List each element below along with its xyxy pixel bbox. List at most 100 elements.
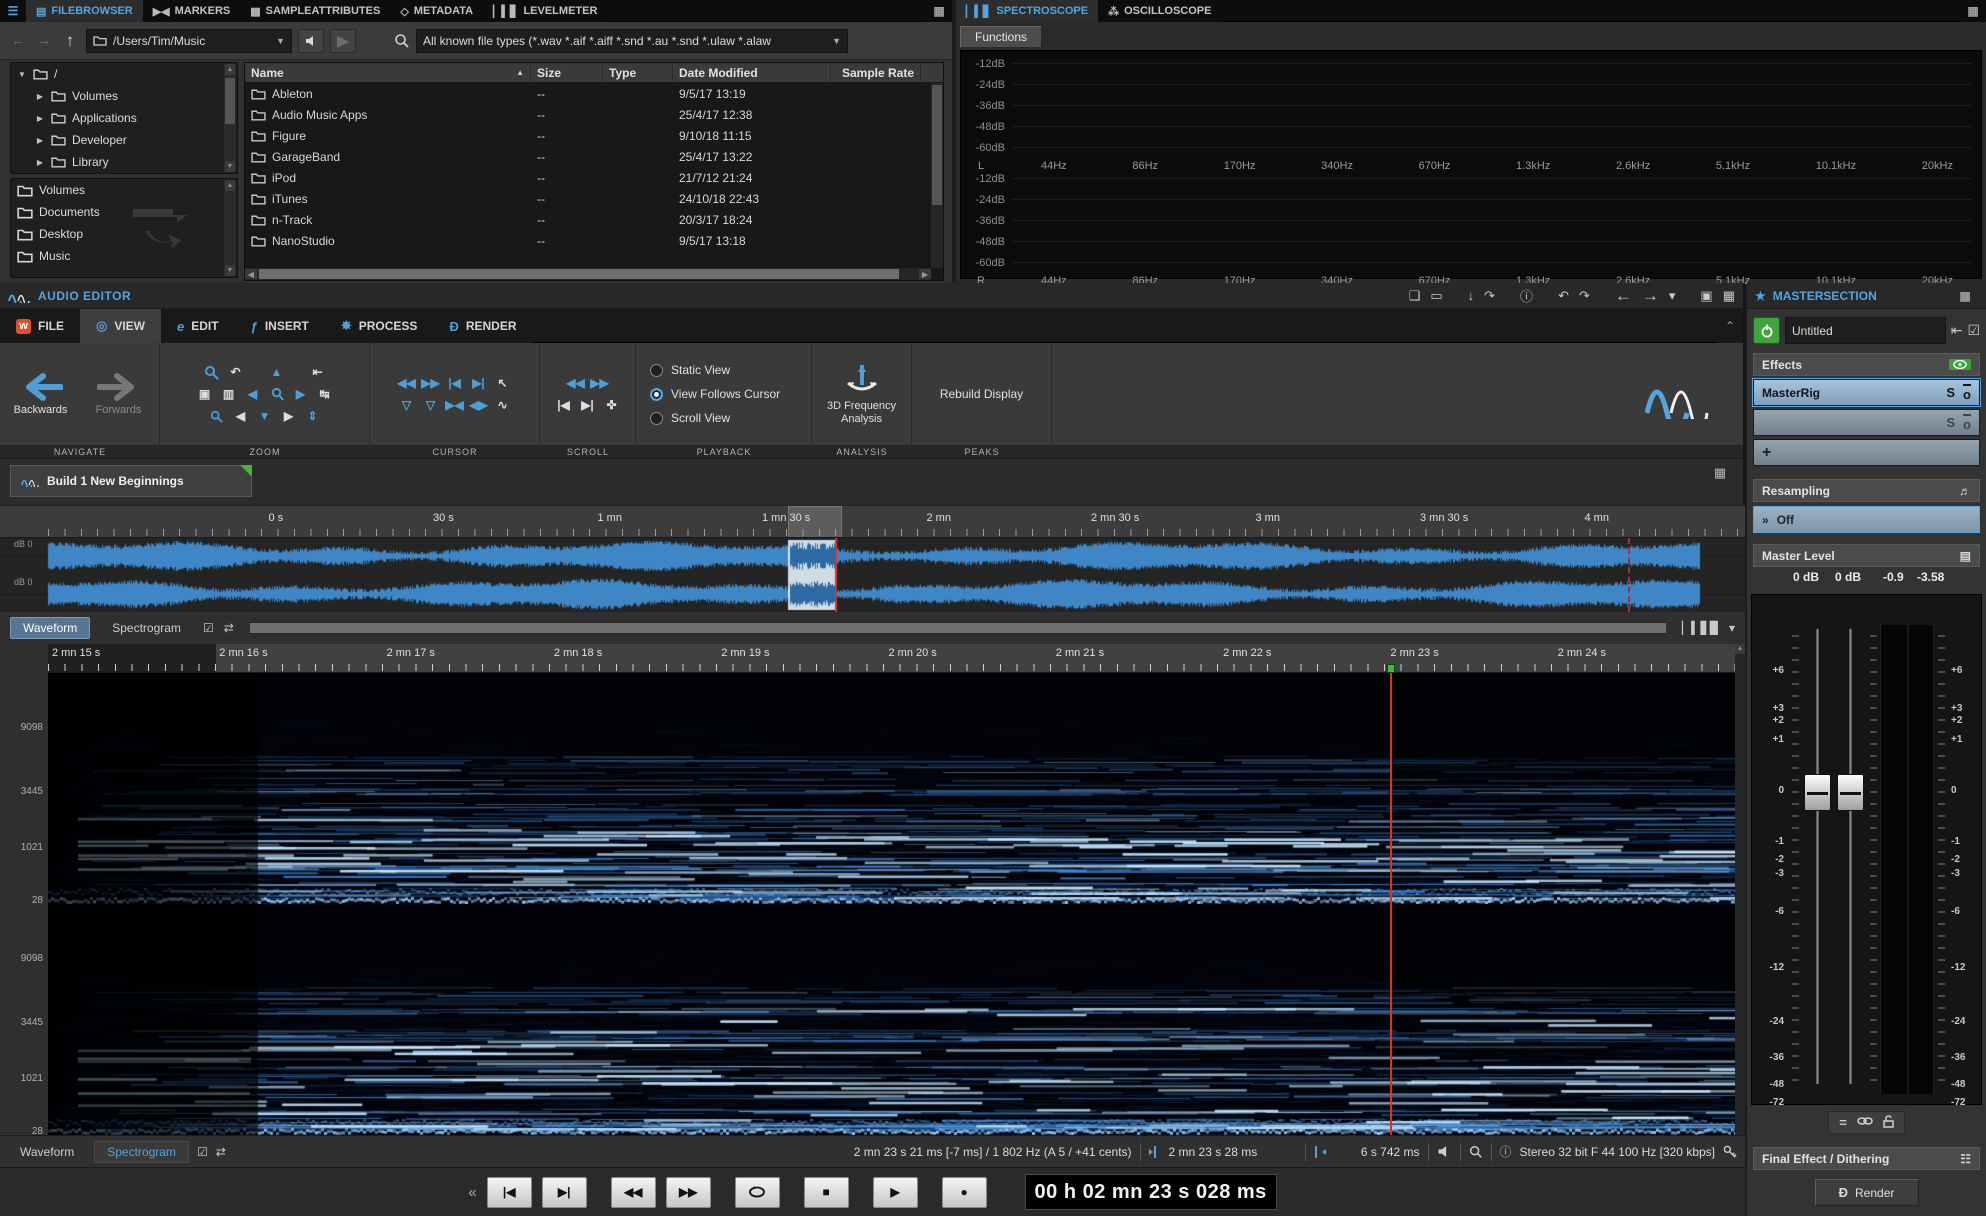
tab-markers[interactable]: ▶◀MARKERS [143, 0, 241, 22]
backwards-button[interactable]: Backwards [9, 372, 73, 416]
tab-list-icon[interactable]: ▦ [1707, 465, 1733, 481]
file-row[interactable]: iPod -- 21/7/12 21:24 [245, 167, 943, 188]
ribbon-tab-render[interactable]: ÐRENDER [433, 309, 532, 343]
tree-scrollbar[interactable]: ▲▼ [224, 64, 236, 172]
zoom-out-small-icon[interactable] [207, 407, 227, 425]
playback-cursor-head[interactable] [1387, 664, 1395, 673]
shortcut-scrollbar[interactable]: ▲▼ [224, 180, 236, 276]
play-button[interactable]: ▶ [873, 1177, 918, 1208]
cursor-next-icon[interactable]: ▶| [469, 374, 489, 392]
column-date-modified[interactable]: Date Modified [673, 63, 831, 82]
preset-name-field[interactable]: Untitled [1785, 317, 1946, 344]
save-icon[interactable]: ↓ [1468, 288, 1475, 303]
file-row[interactable]: Ableton -- 9/5/17 13:19 [245, 83, 943, 104]
zoom-undo-icon[interactable]: ↶ [226, 363, 246, 381]
view-options-check-icon[interactable]: ☑ [197, 1145, 208, 1159]
cursor-to-start-icon[interactable]: ◀◀ [397, 374, 417, 392]
scroll-to-start-icon[interactable]: ◀◀ [566, 374, 586, 392]
open-folder-icon[interactable]: ▭ [1430, 288, 1442, 304]
scroll-right-icon[interactable]: ▶ [279, 407, 299, 425]
transport-collapse-icon[interactable]: « [468, 1184, 476, 1201]
overview-hscrollbar[interactable] [250, 622, 1666, 634]
overview-waveform[interactable]: dB 0 dB 0 [0, 538, 1745, 612]
spectrogram-channel-right[interactable] [48, 904, 1735, 1135]
chain-icon[interactable] [1857, 1115, 1873, 1127]
cursor-pointer-icon[interactable]: ↖ [493, 374, 513, 392]
panel-options-icon[interactable]: ▦ [1952, 289, 1978, 303]
column-size[interactable]: Size [531, 63, 603, 82]
nav-back-icon[interactable]: ← [1615, 286, 1632, 306]
zoom-vertical-fit-icon[interactable]: ⇕ [303, 407, 323, 425]
fader-knob-left[interactable] [1804, 774, 1831, 811]
expand-arrow-icon[interactable]: ▶ [35, 158, 45, 167]
main-tab-spectrogram[interactable]: Spectrogram [94, 1141, 189, 1163]
tab-sampleattributes[interactable]: ▩SAMPLEATTRIBUTES [240, 0, 390, 22]
stop-button[interactable]: ■ [804, 1177, 849, 1208]
record-button[interactable]: ● [942, 1177, 987, 1208]
up-folder-icon[interactable]: ↑ [60, 31, 80, 51]
layout-icon[interactable]: ▦ [1723, 288, 1735, 304]
expand-arrow-icon[interactable]: ▶ [35, 114, 45, 123]
scroll-next-icon[interactable]: ▶| [578, 396, 598, 414]
main-tab-waveform[interactable]: Waveform [8, 1142, 86, 1162]
maximize-icon[interactable]: ▣ [1700, 288, 1712, 304]
ribbon-tab-file[interactable]: wFILE [0, 309, 80, 343]
resampling-off-button[interactable]: » Off [1753, 506, 1980, 533]
expand-arrow-icon[interactable]: ▶ [35, 136, 45, 145]
folder-tree[interactable]: ▼ / ▶ Volumes ▶ [10, 62, 238, 174]
solo-icon[interactable]: S [1946, 385, 1955, 400]
document-tab[interactable]: Build 1 New Beginnings [10, 465, 252, 497]
tree-item[interactable]: ▶ Library [11, 151, 237, 173]
zoom-in-h-icon[interactable]: ▶ [291, 385, 311, 403]
tree-item[interactable]: ▶ Developer [11, 129, 237, 151]
tree-root-row[interactable]: ▼ / [11, 63, 237, 85]
back-icon[interactable]: ← [8, 32, 28, 49]
status-selection-length[interactable]: 6 s 742 ms [1334, 1145, 1420, 1159]
bypass-icon[interactable]: o [1963, 384, 1971, 402]
zoom-fit-icon[interactable]: ▣ [195, 385, 215, 403]
scroll-left-icon[interactable]: ◀ [231, 407, 251, 425]
tab-metadata[interactable]: ◇METADATA [390, 0, 483, 22]
redo-icon[interactable]: ↷ [1579, 288, 1590, 304]
rewind-button[interactable]: ◀◀ [611, 1177, 656, 1208]
expand-arrow-icon[interactable]: ▶ [35, 92, 45, 101]
undo-icon[interactable]: ↶ [1558, 288, 1569, 304]
zoom-selection-icon[interactable] [202, 363, 222, 381]
save-as-icon[interactable]: ↷ [1484, 288, 1495, 304]
main-vscrollbar[interactable]: ▲ [1735, 644, 1745, 1135]
ribbon-tab-edit[interactable]: eEDIT [161, 309, 235, 343]
swap-views-icon[interactable]: ⇄ [216, 1145, 226, 1159]
link-mode-icon[interactable]: = [1839, 1115, 1847, 1130]
main-ruler[interactable]: 2 mn 15 s2 mn 16 s2 mn 17 s2 mn 18 s2 mn… [48, 644, 1735, 673]
resampling-header[interactable]: Resampling ♬ [1753, 479, 1980, 502]
unlock-icon[interactable] [1883, 1115, 1894, 1128]
preset-check-icon[interactable]: ☑ [1967, 322, 1980, 339]
tree-item[interactable]: ▶ Volumes [11, 85, 237, 107]
play-file-button[interactable]: ▶ [330, 29, 356, 53]
effect-slot-masterrig[interactable]: MasterRig So [1753, 379, 1980, 406]
dropdown-icon[interactable]: ▾ [1669, 288, 1676, 304]
forward-icon[interactable]: → [34, 32, 54, 49]
zoom-bar-icon[interactable]: ▏▍▋▉ [1682, 621, 1719, 635]
column-sample-rate[interactable]: Sample Rate [831, 63, 921, 82]
ribbon-collapse-icon[interactable]: ⌃ [1717, 309, 1743, 343]
audition-speaker-button[interactable] [298, 29, 324, 53]
radio-static-view[interactable]: Static View [650, 360, 730, 380]
scroll-prev-icon[interactable]: |◀ [554, 396, 574, 414]
file-row[interactable]: n-Track -- 20/3/17 18:24 [245, 209, 943, 230]
cursor-to-end-icon[interactable]: ▶▶ [421, 374, 441, 392]
ribbon-tab-process[interactable]: ✸PROCESS [325, 309, 434, 343]
zoom-range-icon[interactable]: ▥ [219, 385, 239, 403]
column-type[interactable]: Type [603, 63, 673, 82]
overview-waveform-canvas[interactable] [0, 538, 1745, 612]
spectrogram-channel-left[interactable] [48, 673, 1735, 904]
reset-icon[interactable]: ⇤ [1951, 322, 1963, 339]
zoom-out-h-icon[interactable]: ◀ [243, 385, 263, 403]
tree-item[interactable]: ▶ Applications [11, 107, 237, 129]
scroll-to-end-icon[interactable]: ▶▶ [590, 374, 610, 392]
fast-forward-button[interactable]: ▶▶ [666, 1177, 711, 1208]
radio-scroll-view[interactable]: Scroll View [650, 408, 730, 428]
tab-oscilloscope[interactable]: ⁂OSCILLOSCOPE [1098, 0, 1221, 22]
nav-forward-icon[interactable]: → [1642, 286, 1659, 306]
radio-view-follows-cursor[interactable]: View Follows Cursor [650, 384, 780, 404]
